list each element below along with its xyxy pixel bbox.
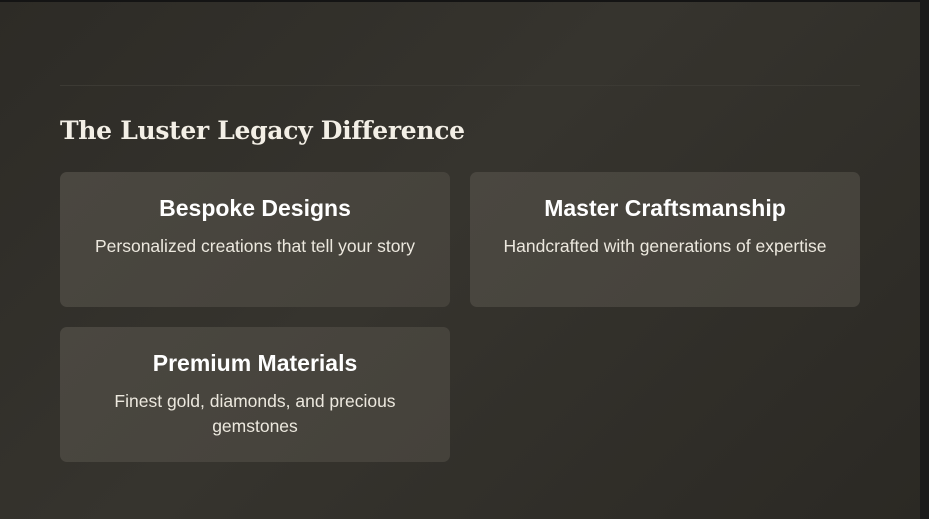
feature-card-description: Personalized creations that tell your st… [94, 236, 416, 256]
feature-card-title: Bespoke Designs [159, 195, 351, 221]
feature-card-bespoke-designs: Bespoke Designs Personalized creations t… [60, 172, 450, 307]
window-edge [920, 0, 929, 519]
page-background: The Luster Legacy Difference Bespoke Des… [0, 0, 920, 519]
feature-card-description: Handcrafted with generations of expertis… [503, 236, 827, 256]
feature-card-master-craftsmanship: Master Craftsmanship Handcrafted with ge… [470, 172, 860, 307]
feature-card-title: Premium Materials [152, 350, 358, 376]
section-divider [60, 85, 860, 86]
section-title: The Luster Legacy Difference [60, 116, 465, 145]
feature-card-premium-materials: Premium Materials Finest gold, diamonds,… [60, 327, 450, 462]
feature-card-title: Master Craftsmanship [544, 195, 786, 221]
feature-card-description: Finest gold, diamonds, and precious gems… [114, 391, 396, 436]
